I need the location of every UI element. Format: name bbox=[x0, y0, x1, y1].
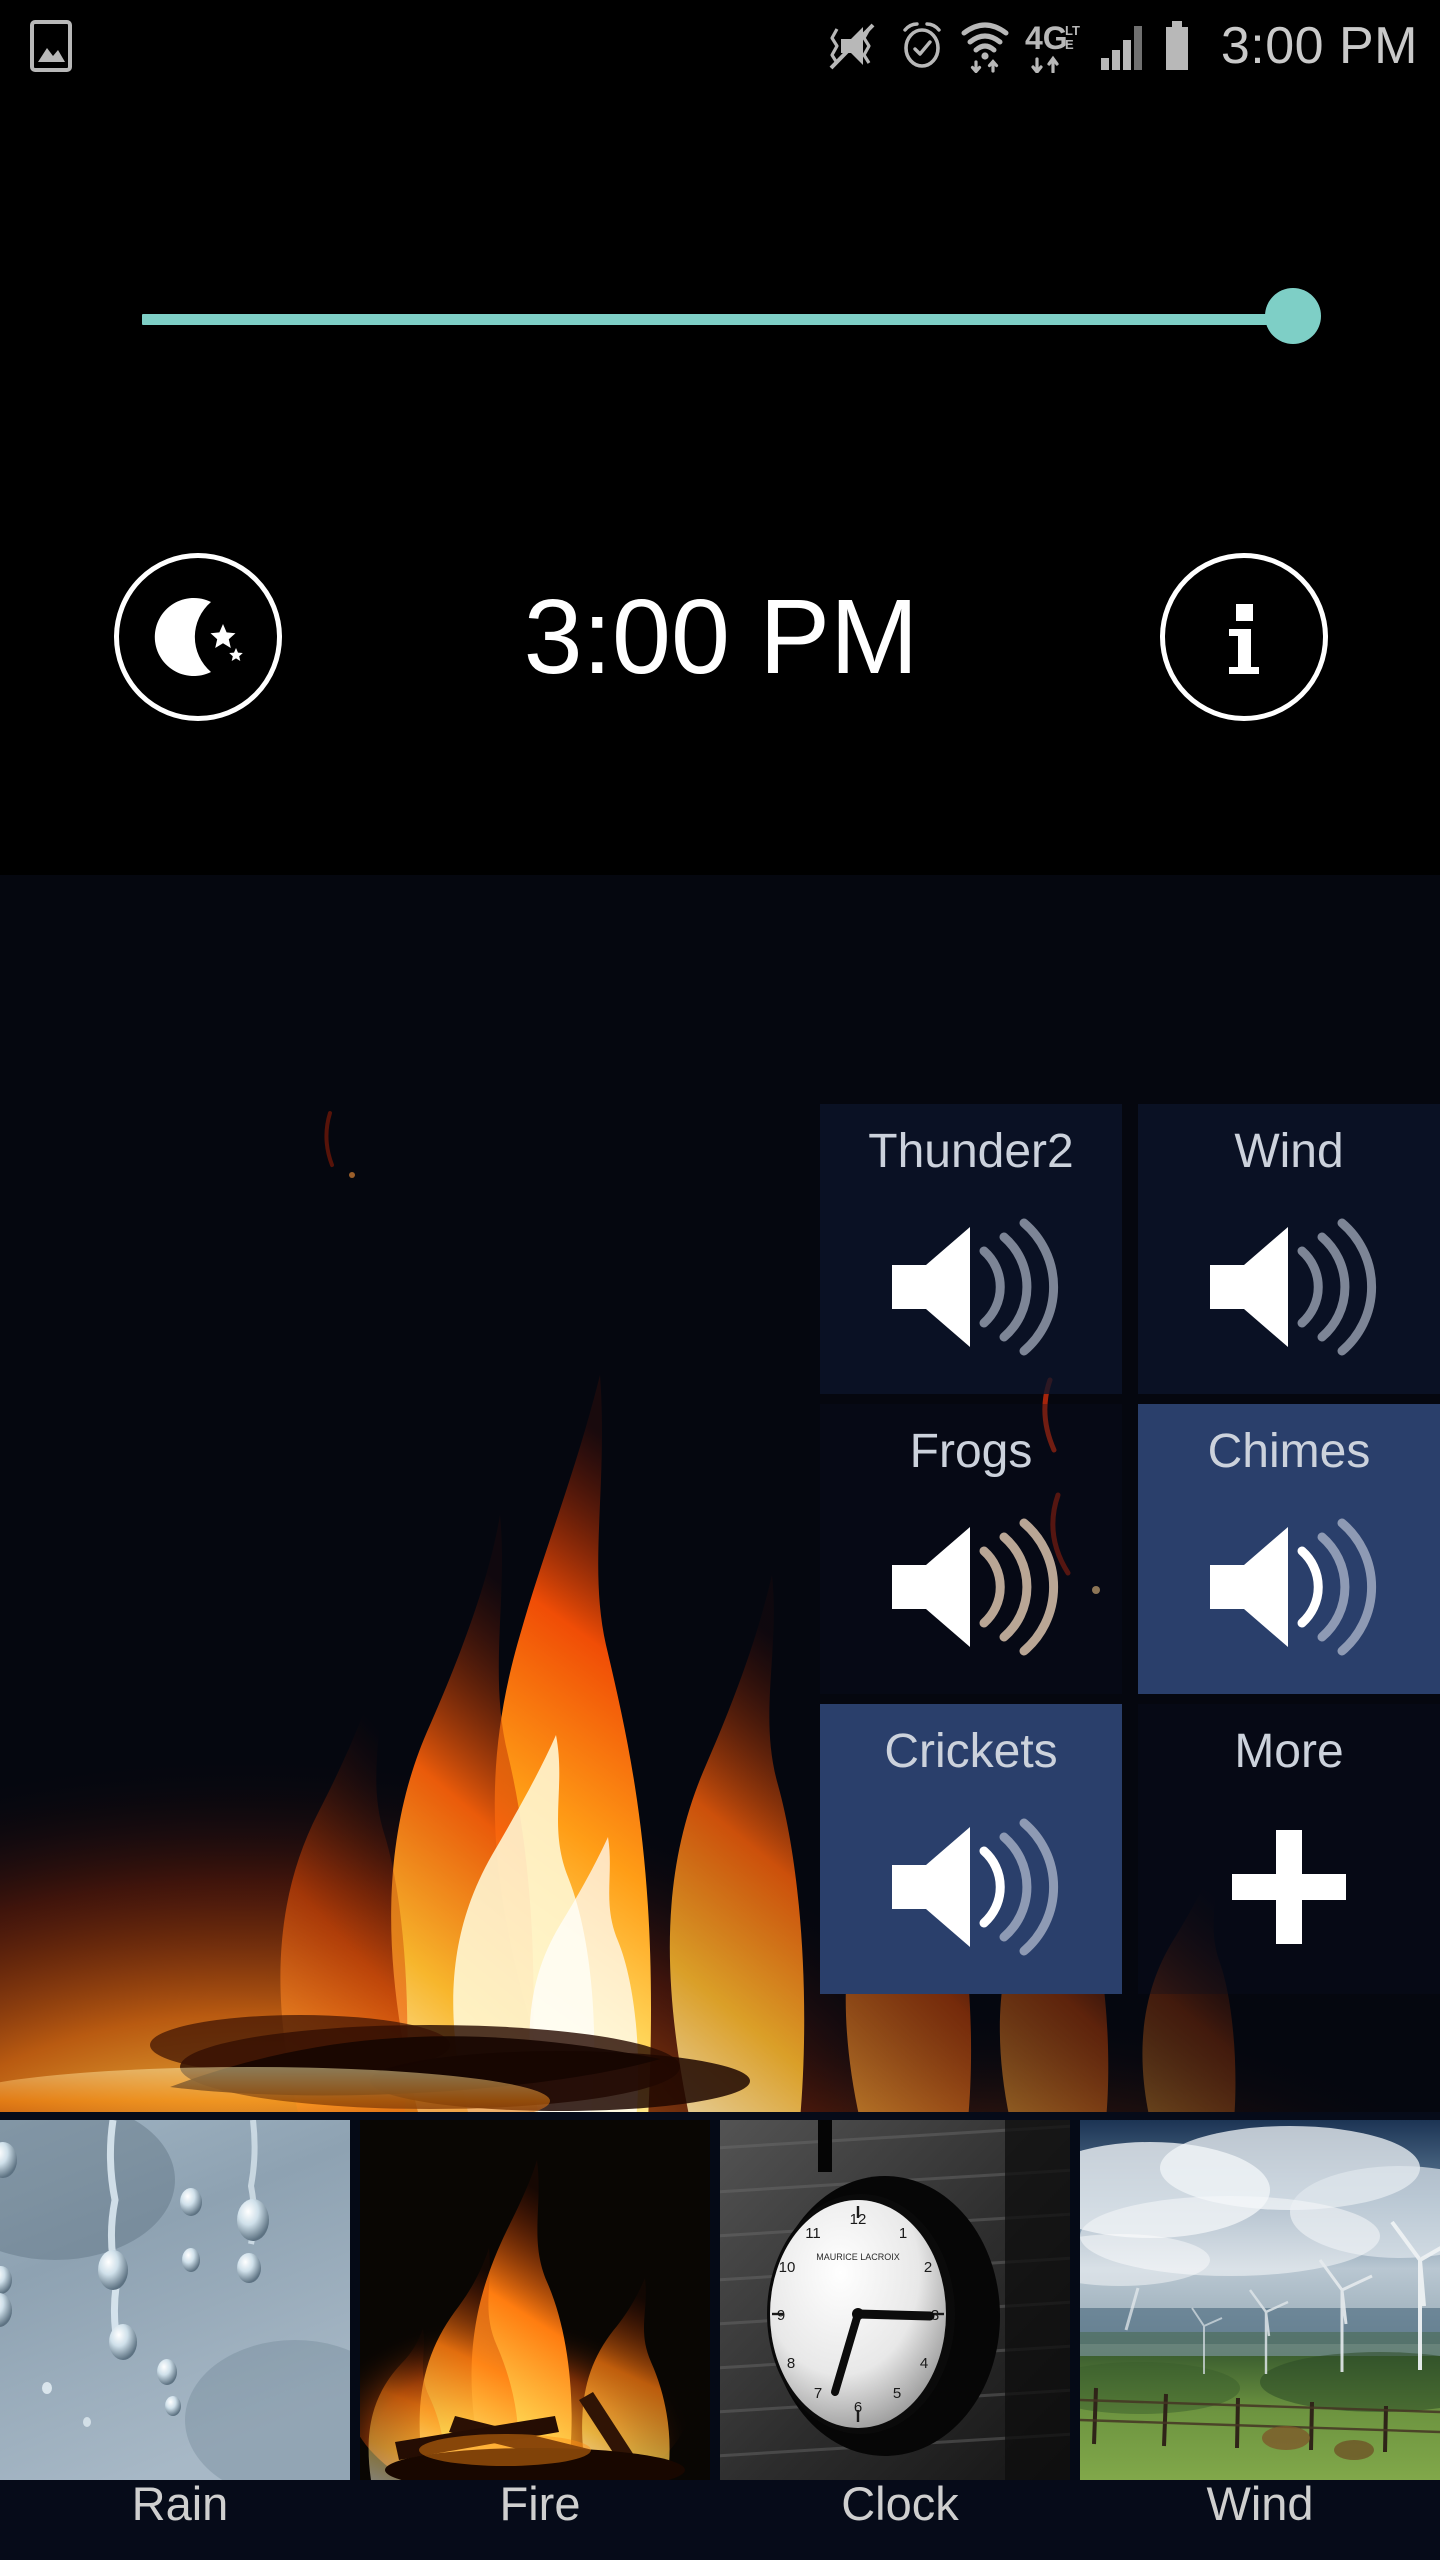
svg-text:8: 8 bbox=[787, 2355, 795, 2372]
alarm-clock-icon bbox=[903, 22, 941, 68]
status-bar-right: 4G LT E 3:00 PM bbox=[821, 19, 1418, 73]
sound-tile-label: Frogs bbox=[909, 1425, 1033, 1478]
svg-text:E: E bbox=[1065, 37, 1074, 52]
svg-text:4: 4 bbox=[920, 2355, 928, 2372]
scene-thumbnail-rain[interactable] bbox=[0, 2120, 360, 2480]
svg-text:10: 10 bbox=[779, 2259, 796, 2276]
sound-tile-label: Crickets bbox=[884, 1725, 1058, 1778]
sound-tile-label: Thunder2 bbox=[868, 1125, 1074, 1178]
speaker-volume-icon bbox=[1194, 1212, 1384, 1362]
scene-label-clock[interactable]: Clock bbox=[720, 2480, 1080, 2560]
status-bar-clock: 3:00 PM bbox=[1220, 17, 1418, 75]
scene-thumbnail-wind[interactable] bbox=[1080, 2120, 1440, 2480]
sound-tile-label: Wind bbox=[1234, 1125, 1344, 1178]
wall-clock-thumbnail: 12 1 2 3 4 5 6 7 8 9 10 11 MAURICE LACRO… bbox=[720, 2120, 1070, 2480]
sound-tile-chimes[interactable]: Chimes bbox=[1138, 1404, 1440, 1694]
volume-slider[interactable] bbox=[0, 288, 1440, 348]
speaker-volume-icon bbox=[1194, 1512, 1384, 1662]
svg-text:4G: 4G bbox=[1025, 20, 1068, 56]
svg-text:9: 9 bbox=[777, 2307, 785, 2324]
scene-label-fire[interactable]: Fire bbox=[360, 2480, 720, 2560]
moon-stars-icon bbox=[154, 598, 243, 676]
status-bar-left bbox=[30, 20, 72, 72]
wind-turbines-thumbnail bbox=[1080, 2120, 1440, 2480]
sound-tile-crickets[interactable]: Crickets bbox=[820, 1704, 1122, 1994]
info-button[interactable] bbox=[1160, 553, 1328, 721]
svg-text:11: 11 bbox=[805, 2225, 821, 2242]
rain-droplets-thumbnail bbox=[0, 2120, 350, 2480]
night-mode-button[interactable] bbox=[114, 553, 282, 721]
svg-text:LT: LT bbox=[1065, 23, 1080, 38]
sound-tile-more[interactable]: More bbox=[1138, 1704, 1440, 1994]
clock-display: 3:00 PM bbox=[523, 578, 919, 696]
scene-thumbnail-clock[interactable]: 12 1 2 3 4 5 6 7 8 9 10 11 MAURICE LACRO… bbox=[720, 2120, 1080, 2480]
signal-bars-icon bbox=[1100, 26, 1142, 70]
volume-slider-track[interactable] bbox=[142, 314, 1300, 325]
sound-tile-label: Chimes bbox=[1207, 1425, 1371, 1478]
svg-text:5: 5 bbox=[893, 2385, 901, 2402]
volume-slider-thumb[interactable] bbox=[1265, 288, 1321, 344]
sound-tile-thunder2[interactable]: Thunder2 bbox=[820, 1104, 1122, 1394]
status-bar: 4G LT E 3:00 PM bbox=[0, 0, 1440, 92]
sound-tile-wind[interactable]: Wind bbox=[1138, 1104, 1440, 1394]
speaker-volume-icon bbox=[876, 1812, 1066, 1962]
sound-tile-grid: Thunder2 Wind Frogs Chimes Crickets More bbox=[820, 1104, 1440, 2004]
wifi-icon bbox=[961, 22, 1009, 73]
image-gallery-icon bbox=[30, 20, 72, 72]
vibrate-mute-icon bbox=[829, 23, 875, 70]
battery-icon bbox=[1165, 21, 1188, 70]
campfire-thumbnail bbox=[360, 2120, 710, 2480]
scene-label-wind[interactable]: Wind bbox=[1080, 2480, 1440, 2560]
svg-text:2: 2 bbox=[924, 2259, 932, 2276]
sound-tile-label: More bbox=[1234, 1725, 1344, 1778]
scene-label-row: Rain Fire Clock Wind bbox=[0, 2480, 1440, 2560]
svg-text:MAURICE LACROIX: MAURICE LACROIX bbox=[816, 2252, 900, 2262]
sound-tile-frogs[interactable]: Frogs bbox=[820, 1404, 1122, 1694]
plus-icon bbox=[1194, 1812, 1384, 1962]
4g-lte-icon: 4G LT E bbox=[1025, 20, 1080, 73]
scene-thumbnail-row: 12 1 2 3 4 5 6 7 8 9 10 11 MAURICE LACRO… bbox=[0, 2120, 1440, 2480]
svg-text:1: 1 bbox=[899, 2225, 907, 2242]
svg-text:7: 7 bbox=[814, 2385, 822, 2402]
scene-label-rain[interactable]: Rain bbox=[0, 2480, 360, 2560]
info-icon bbox=[1229, 604, 1259, 674]
control-row: 3:00 PM bbox=[0, 547, 1440, 727]
app-root: 4G LT E 3:00 PM 3:00 PM Thunder2 Wind Fr… bbox=[0, 0, 1440, 2560]
speaker-volume-icon bbox=[876, 1512, 1066, 1662]
scene-strip: 12 1 2 3 4 5 6 7 8 9 10 11 MAURICE LACRO… bbox=[0, 2112, 1440, 2560]
scene-thumbnail-fire[interactable] bbox=[360, 2120, 720, 2480]
speaker-volume-icon bbox=[876, 1212, 1066, 1362]
top-control-panel: 3:00 PM bbox=[0, 92, 1440, 875]
